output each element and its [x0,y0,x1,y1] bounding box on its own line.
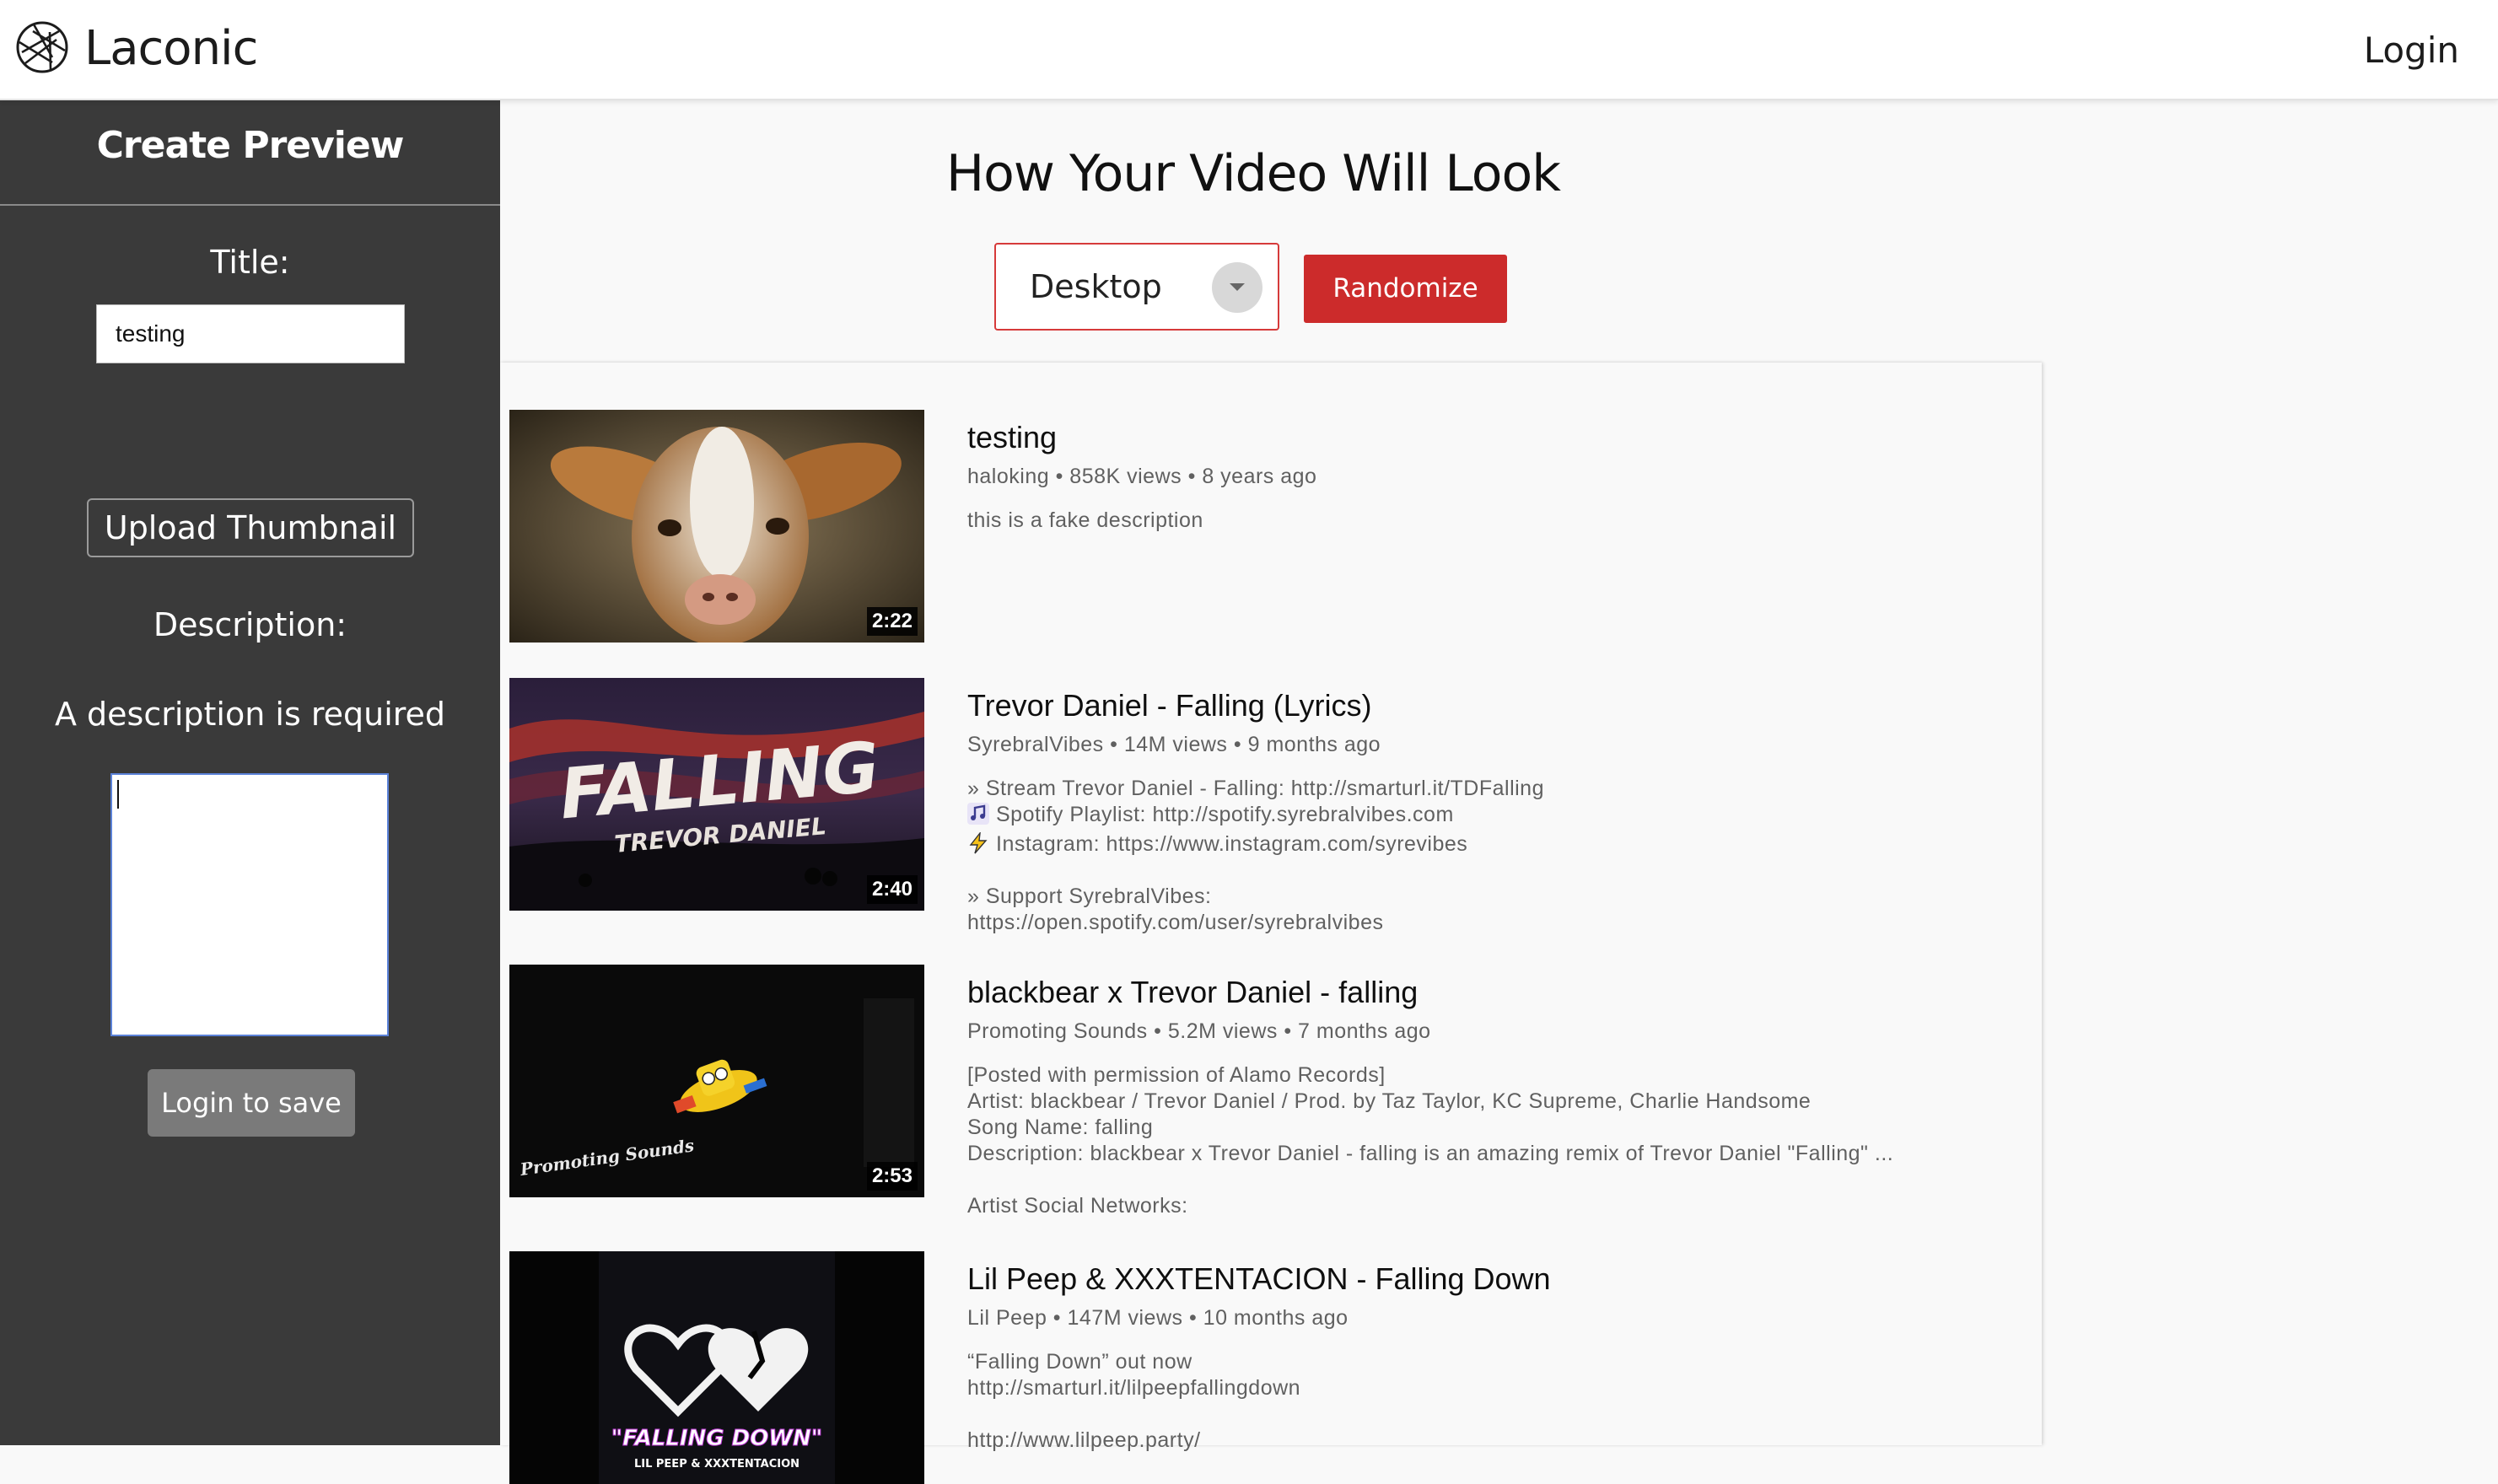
video-title[interactable]: Trevor Daniel - Falling (Lyrics) [967,685,1371,727]
falling-down-thumbnail-image: "FALLING DOWN" LIL PEEP & XXXTENTACION [509,1251,924,1484]
description-line: http://smarturl.it/lilpeepfallingdown [967,1376,1301,1400]
login-to-save-button[interactable]: Login to save [148,1069,355,1137]
device-select[interactable]: Desktop [994,243,1279,331]
video-item[interactable]: Promoting Sounds 2:53 blackbear x Trevor… [509,965,2044,1243]
channel-name[interactable]: SyrebralVibes [967,733,1104,756]
title-label: Title: [210,244,290,281]
upload-age: 9 months ago [1247,733,1381,756]
video-description: this is a fake description [967,508,2022,534]
musical-note-icon [967,803,989,825]
view-count: 858K views [1069,465,1182,488]
video-meta: SyrebralVibes • 14M views • 9 months ago [967,733,1381,756]
video-description: “Falling Down” out now http://smarturl.i… [967,1349,2022,1454]
video-thumbnail[interactable]: FALLING TREVOR DANIEL 2:40 [509,678,924,911]
sidebar-divider [0,204,500,206]
text-caret [117,780,119,809]
description-line: » Support SyrebralVibes: [967,884,1212,908]
falling-thumbnail-image: FALLING TREVOR DANIEL [509,678,924,911]
description-error: A description is required [54,696,446,733]
video-item[interactable]: "FALLING DOWN" LIL PEEP & XXXTENTACION L… [509,1251,2044,1484]
description-blank-line [967,1167,2022,1193]
view-count: 14M views [1123,733,1228,756]
description-line: http://www.lilpeep.party/ [967,1428,1201,1452]
view-count: 5.2M views [1167,1019,1278,1043]
video-duration: 2:53 [866,1162,918,1191]
video-description: [Posted with permission of Alamo Records… [967,1062,2022,1219]
video-item[interactable]: 2:22 testing haloking • 858K views • 8 y… [509,410,2044,654]
device-select-value: Desktop [1030,268,1162,305]
falling-remix-thumbnail-image: Promoting Sounds [509,965,924,1197]
aperture-icon[interactable] [15,20,69,74]
video-title[interactable]: testing [967,417,1057,459]
description-line: Spotify Playlist: http://spotify.syrebra… [967,802,2022,831]
description-line: https://open.spotify.com/user/syrebralvi… [967,911,1384,934]
description-line: Description: blackbear x Trevor Daniel -… [967,1142,1894,1165]
description-text: Instagram: https://www.instagram.com/syr… [996,832,1468,856]
description-blank-line [967,1401,2022,1428]
title-input[interactable]: testing [96,304,405,363]
thumb-main-text: "FALLING DOWN" [611,1426,823,1451]
description-line: Artist Social Networks: [967,1194,1188,1218]
video-duration: 2:40 [866,875,918,904]
chevron-down-icon[interactable] [1212,262,1262,313]
video-description: » Stream Trevor Daniel - Falling: http:/… [967,776,2022,936]
upload-thumbnail-button[interactable]: Upload Thumbnail [87,498,414,557]
upload-age: 10 months ago [1203,1306,1349,1330]
video-title[interactable]: blackbear x Trevor Daniel - falling [967,971,1418,1014]
video-duration: 2:22 [866,607,918,636]
brand-name[interactable]: Laconic [84,17,258,81]
video-thumbnail[interactable]: Promoting Sounds 2:53 [509,965,924,1197]
randomize-button[interactable]: Randomize [1304,255,1507,323]
description-line: Instagram: https://www.instagram.com/syr… [967,831,2022,858]
description-line: Artist: blackbear / Trevor Daniel / Prod… [967,1089,1812,1113]
top-navbar: Laconic Login [0,0,2498,100]
view-count: 147M views [1067,1306,1183,1330]
page-title: How Your Video Will Look [946,144,1561,203]
channel-name[interactable]: Lil Peep [967,1306,1047,1330]
description-textarea[interactable] [110,773,389,1036]
description-line: “Falling Down” out now [967,1350,1192,1374]
channel-name[interactable]: haloking [967,465,1049,488]
description-text: Spotify Playlist: http://spotify.syrebra… [996,803,1454,826]
thumb-sub-text: LIL PEEP & XXXTENTACION [634,1458,799,1471]
video-title[interactable]: Lil Peep & XXXTENTACION - Falling Down [967,1258,1551,1300]
lightning-icon [969,832,988,854]
channel-name[interactable]: Promoting Sounds [967,1019,1148,1043]
video-meta: Promoting Sounds • 5.2M views • 7 months… [967,1019,1431,1043]
description-line: this is a fake description [967,508,1203,532]
description-blank-line [967,858,2022,884]
login-link[interactable]: Login [2364,25,2459,76]
description-line: Song Name: falling [967,1116,1154,1139]
video-thumbnail[interactable]: "FALLING DOWN" LIL PEEP & XXXTENTACION [509,1251,924,1484]
upload-age: 7 months ago [1298,1019,1431,1043]
goat-thumbnail-image [509,410,924,643]
description-line: [Posted with permission of Alamo Records… [967,1063,1386,1087]
video-item[interactable]: FALLING TREVOR DANIEL 2:40 Trevor Daniel… [509,678,2044,956]
sidebar: Create Preview Title: testing Upload Thu… [0,100,500,1445]
description-label: Description: [153,606,347,643]
description-line: » Stream Trevor Daniel - Falling: http:/… [967,777,1544,800]
video-meta: haloking • 858K views • 8 years ago [967,465,1317,488]
sidebar-title: Create Preview [96,124,405,167]
upload-age: 8 years ago [1202,465,1317,488]
video-meta: Lil Peep • 147M views • 10 months ago [967,1306,1349,1330]
video-thumbnail[interactable]: 2:22 [509,410,924,643]
